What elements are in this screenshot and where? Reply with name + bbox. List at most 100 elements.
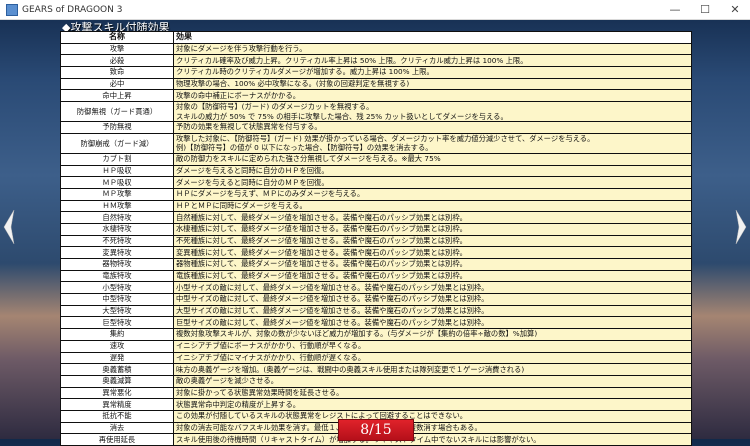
effect-name-cell: 予防無視	[60, 121, 174, 134]
chevron-right-icon	[735, 209, 747, 245]
window-controls: — ☐ ✕	[660, 0, 750, 19]
effect-description-cell: この効果が付随しているスキルの状態異常をレジストによって回避することはできない。	[173, 409, 692, 423]
skill-effects-table: 名称 効果 攻撃 対象にダメージを伴う攻撃行動を行う。 必殺 クリティカル確率及び威力…	[60, 31, 692, 446]
effect-description-cell: スキル使用後の待機時間（リキャストタイム）が増加する。リキャストタイム中でないス…	[173, 433, 692, 446]
table-row: 器物特攻 器物種族に対して、最終ダメージ値を増加させる。装備や魔石のパッシブ効果と…	[60, 258, 692, 271]
effect-name-cell: 致命	[60, 66, 174, 79]
effect-description-cell: 状態異常命中判定の精度が上昇する。	[173, 398, 692, 411]
effect-description-cell: イニシアチブ値にマイナスがかかり、行動順が遅くなる。	[173, 351, 692, 365]
column-header-name: 名称	[60, 31, 174, 44]
table-row: ＭＰ吸収 ダメージを与えると同時に自分のＭＰを回復。	[60, 176, 692, 189]
app-icon	[6, 3, 18, 16]
effect-name-cell: 防御崩戒（ガード減）	[60, 132, 174, 154]
table-row: ＨＭ攻撃 ＨＰとＭＰに同時にダメージを与える。	[60, 199, 692, 213]
effect-name-cell: 必殺	[60, 54, 174, 68]
effect-description-cell: イニシアチブ値にボーナスがかかり、行動順が早くなる。	[173, 339, 692, 353]
effect-name-cell: 自然特攻	[60, 211, 174, 224]
effect-description-cell: 物理攻撃の場合、100% 必中攻撃になる。(対象の回避判定を無視する)	[173, 77, 692, 91]
table-row: 小型特攻 小型サイズの敵に対して、最終ダメージ値を増加させる。装備や魔石のパッシブ…	[60, 281, 692, 295]
effect-description-cell: 中型サイズの敵に対して、最終ダメージ値を増加させる。装備や魔石のパッシブ効果とは…	[173, 293, 692, 306]
table-row: 必殺 クリティカル確率及び威力上昇。クリティカル率上昇は 50% 上限。クリティカ…	[60, 54, 692, 68]
table-row: 攻撃 対象にダメージを伴う攻撃行動を行う。	[60, 42, 692, 56]
effect-description-cell: 小型サイズの敵に対して、最終ダメージ値を増加させる。装備や魔石のパッシブ効果とは…	[173, 281, 692, 295]
table-row: 防御無視（ガード貫通） 対象の【防御符号】(ガード) のダメージカットを無視する。…	[60, 101, 692, 123]
window-title: GEARS of DRAGOON 3	[22, 4, 123, 15]
effect-name-cell: 大型特攻	[60, 304, 174, 318]
effect-name-cell: 水棲特攻	[60, 222, 174, 236]
effect-description-cell: ＨＰにダメージを与えず、ＭＰにのみダメージを与える。	[173, 187, 692, 201]
effect-description-cell: クリティカル時のクリティカルダメージが増加する。威力上昇は 100% 上限。	[173, 66, 692, 79]
effect-description-cell: 不死種族に対して、最終ダメージ値を増加させる。装備や魔石のパッシブ効果とは別枠。	[173, 234, 692, 248]
effect-name-cell: ＭＰ吸収	[60, 176, 174, 189]
table-row: 奥義減算 敵の奥義ゲージを減少させる。	[60, 374, 692, 388]
effect-description-cell: 複数対象攻撃スキルが、対象の数が少ないほど威力が増加する。(与ダメージが【集約の…	[173, 328, 692, 341]
table-row: 異常精度 状態異常命中判定の精度が上昇する。	[60, 398, 692, 411]
effect-name-cell: ＨＭ攻撃	[60, 199, 174, 213]
effect-description-cell: 器物種族に対して、最終ダメージ値を増加させる。装備や魔石のパッシブ効果とは別枠。	[173, 258, 692, 271]
close-button[interactable]: ✕	[720, 0, 750, 19]
effect-name-cell: 遅発	[60, 351, 174, 365]
table-row: 致命 クリティカル時のクリティカルダメージが増加する。威力上昇は 100% 上限。	[60, 66, 692, 79]
effect-name-cell: 抵抗不能	[60, 409, 174, 423]
effect-name-cell: 奥義減算	[60, 374, 174, 388]
effect-description-cell: 自然種族に対して、最終ダメージ値を増加させる。装備や魔石のパッシブ効果とは別枠。	[173, 211, 692, 224]
effect-description-cell: ダメージを与えると同時に自分のＭＰを回復。	[173, 176, 692, 189]
effect-description-cell: 水棲種族に対して、最終ダメージ値を増加させる。装備や魔石のパッシブ効果とは別枠。	[173, 222, 692, 236]
table-row: 速攻 イニシアチブ値にボーナスがかかり、行動順が早くなる。	[60, 339, 692, 353]
effect-description-cell: 巨型サイズの敵に対して、最終ダメージ値を増加させる。装備や魔石のパッシブ効果とは…	[173, 316, 692, 330]
effect-description-cell: 敵の防御力をスキルに定められた強さ分無視してダメージを与える。※最大 75%	[173, 152, 692, 166]
table-header-row: 名称 効果	[60, 31, 692, 44]
effect-name-cell: ＨＰ吸収	[60, 164, 174, 178]
effect-name-cell: 速攻	[60, 339, 174, 353]
effect-description-cell: 敵の奥義ゲージを減少させる。	[173, 374, 692, 388]
effect-name-cell: 小型特攻	[60, 281, 174, 295]
page-indicator: 8/15	[338, 419, 414, 441]
table-row: 不死特攻 不死種族に対して、最終ダメージ値を増加させる。装備や魔石のパッシブ効果と…	[60, 234, 692, 248]
table-row: ＨＰ吸収 ダメージを与えると同時に自分のＨＰを回復。	[60, 164, 692, 178]
effect-name-cell: 異常悪化	[60, 386, 174, 400]
effect-name-cell: 集約	[60, 328, 174, 341]
effect-name-cell: 異常精度	[60, 398, 174, 411]
effect-name-cell: 竜族特攻	[60, 269, 174, 283]
effect-description-cell: 予防の効果を無視して状態異常を付与する。	[173, 121, 692, 134]
table-row: 変異特攻 変異種族に対して、最終ダメージ値を増加させる。装備や魔石のパッシブ効果と…	[60, 246, 692, 259]
table-row: 大型特攻 大型サイズの敵に対して、最終ダメージ値を増加させる。装備や魔石のパッシブ…	[60, 304, 692, 318]
effect-name-cell: 変異特攻	[60, 246, 174, 259]
effect-description-cell: 大型サイズの敵に対して、最終ダメージ値を増加させる。装備や魔石のパッシブ効果とは…	[173, 304, 692, 318]
effect-name-cell: カブト割	[60, 152, 174, 166]
window-titlebar: GEARS of DRAGOON 3 — ☐ ✕	[0, 0, 750, 20]
effect-description-cell: ダメージを与えると同時に自分のＨＰを回復。	[173, 164, 692, 178]
effect-name-cell: 奥義蓄積	[60, 363, 174, 376]
previous-page-arrow[interactable]	[3, 209, 15, 245]
table-row: 水棲特攻 水棲種族に対して、最終ダメージ値を増加させる。装備や魔石のパッシブ効果と…	[60, 222, 692, 236]
effect-name-cell: 必中	[60, 77, 174, 91]
table-row: 異常悪化 対象に掛かってる状態異常効果時間を延長させる。	[60, 386, 692, 400]
table-row: 巨型特攻 巨型サイズの敵に対して、最終ダメージ値を増加させる。装備や魔石のパッシブ…	[60, 316, 692, 330]
table-row: 集約 複数対象攻撃スキルが、対象の数が少ないほど威力が増加する。(与ダメージが【集…	[60, 328, 692, 341]
table-row: カブト割 敵の防御力をスキルに定められた強さ分無視してダメージを与える。※最大 7…	[60, 152, 692, 166]
table-row: 命中上昇 攻撃の命中補正にボーナスがかかる。	[60, 89, 692, 103]
effect-name-cell: 攻撃	[60, 42, 174, 56]
effect-name-cell: 命中上昇	[60, 89, 174, 103]
effect-name-cell: 器物特攻	[60, 258, 174, 271]
effect-name-cell: 再使用延長	[60, 433, 174, 446]
effect-description-cell: 味方の奥義ゲージを増加。(奥義ゲージは、戦闘中の奥義スキル使用または隊列変更で１…	[173, 363, 692, 376]
table-row: 中型特攻 中型サイズの敵に対して、最終ダメージ値を増加させる。装備や魔石のパッシブ…	[60, 293, 692, 306]
effect-description-cell: 対象に掛かってる状態異常効果時間を延長させる。	[173, 386, 692, 400]
table-row: 遅発 イニシアチブ値にマイナスがかかり、行動順が遅くなる。	[60, 351, 692, 365]
effect-description-cell: 対象の消去可能なバフスキル効果を消す。最低１、スキルの強さ次第で複数消す場合もあ…	[173, 421, 692, 435]
maximize-button[interactable]: ☐	[690, 0, 720, 19]
effect-description-cell: 対象にダメージを伴う攻撃行動を行う。	[173, 42, 692, 56]
effect-name-cell: 中型特攻	[60, 293, 174, 306]
table-row: 必中 物理攻撃の場合、100% 必中攻撃になる。(対象の回避判定を無視する)	[60, 77, 692, 91]
effect-description-cell: 対象の【防御符号】(ガード) のダメージカットを無視する。 スキルの威力が 50…	[173, 101, 692, 123]
table-row: 竜族特攻 竜族種族に対して、最終ダメージ値を増加させる。装備や魔石のパッシブ効果と…	[60, 269, 692, 283]
minimize-button[interactable]: —	[660, 0, 690, 19]
chevron-left-icon	[3, 209, 15, 245]
effect-description-cell: ＨＰとＭＰに同時にダメージを与える。	[173, 199, 692, 213]
effect-description-cell: 竜族種族に対して、最終ダメージ値を増加させる。装備や魔石のパッシブ効果とは別枠。	[173, 269, 692, 283]
effect-name-cell: 防御無視（ガード貫通）	[60, 101, 174, 123]
effect-name-cell: ＭＰ攻撃	[60, 187, 174, 201]
table-row: 自然特攻 自然種族に対して、最終ダメージ値を増加させる。装備や魔石のパッシブ効果と…	[60, 211, 692, 224]
next-page-arrow[interactable]	[735, 209, 747, 245]
